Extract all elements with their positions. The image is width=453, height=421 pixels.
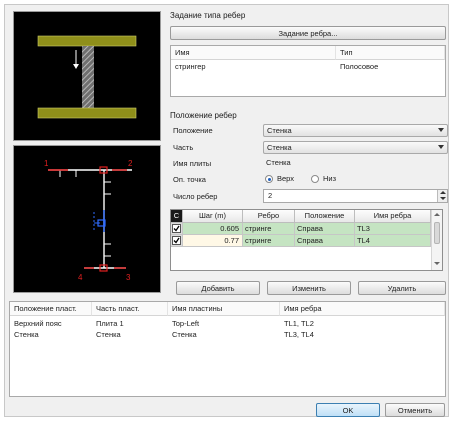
summary-col-ribs[interactable]: Имя ребра	[280, 302, 445, 316]
cancel-button[interactable]: Отменить	[385, 403, 445, 417]
arrow-down-icon	[73, 50, 79, 69]
top-flange	[37, 35, 137, 47]
summary-ribs-cell: TL3, TL4	[284, 330, 314, 339]
part-select[interactable]: Стенка	[263, 141, 448, 154]
position-select-value: Стенка	[267, 126, 292, 135]
summary-list: Положение пласт. Часть пласт. Имя пласти…	[9, 301, 446, 397]
row-checkbox[interactable]	[172, 236, 181, 245]
rib-type-type-cell: Полосовое	[340, 62, 379, 71]
list-item[interactable]: стрингер Полосовое	[171, 61, 445, 73]
section-drawing	[37, 35, 137, 119]
position-label: Положение	[173, 126, 213, 135]
summary-col-plate[interactable]: Имя пластины	[168, 302, 280, 316]
grid-col-rib[interactable]: Ребро	[243, 210, 295, 223]
rib-grid: С Шаг (m) Ребро Положение Имя ребра 0.60…	[170, 209, 443, 271]
add-button[interactable]: Добавить	[176, 281, 260, 295]
ref-point-bottom-label[interactable]: Низ	[319, 173, 336, 184]
summary-part-cell: Плита 1	[96, 319, 124, 328]
position-select[interactable]: Стенка	[263, 124, 448, 137]
rib-cell[interactable]: стринге	[243, 235, 295, 247]
ok-button[interactable]: OK	[316, 403, 380, 417]
part-select-value: Стенка	[267, 143, 292, 152]
summary-col-position[interactable]: Положение пласт.	[10, 302, 92, 316]
summary-ribs-cell: TL1, TL2	[284, 319, 314, 328]
grid-col-rib-name[interactable]: Имя ребра	[355, 210, 431, 223]
rib-position-group-title: Положение ребер	[170, 111, 237, 120]
bottom-flange	[37, 107, 137, 119]
web-hatched	[82, 46, 94, 108]
chevron-down-icon	[438, 128, 444, 132]
list-item[interactable]: Верхний пояс Плита 1 Top-Left TL1, TL2	[10, 318, 445, 329]
row-checkbox-cell	[171, 223, 183, 235]
position-cell[interactable]: Справа	[295, 235, 355, 247]
chevron-down-icon	[438, 145, 444, 149]
table-row[interactable]: 0.77 стринге Справа TL4	[171, 235, 431, 247]
rib-type-col-type[interactable]: Тип	[336, 46, 445, 60]
summary-position-cell: Стенка	[14, 330, 39, 339]
ref-point-top-radio[interactable]	[265, 175, 273, 183]
position-cell[interactable]: Справа	[295, 223, 355, 235]
rib-layout-drawing: 1 2 3 4	[44, 159, 133, 282]
scroll-up-icon[interactable]	[434, 213, 440, 216]
row-checkbox[interactable]	[172, 224, 181, 233]
plate-name-value: Стенка	[266, 158, 291, 167]
grid-scrollbar[interactable]	[431, 210, 442, 270]
summary-part-cell: Стенка	[96, 330, 121, 339]
section-preview-top	[13, 11, 161, 141]
rib-count-stepper[interactable]: 2	[263, 189, 448, 203]
summary-plate-cell: Стенка	[172, 330, 197, 339]
rib-name-cell[interactable]: TL4	[355, 235, 431, 247]
rib-definition-dialog: 1 2 3 4 Задание типа ребер Задание ребра…	[4, 4, 449, 417]
part-label: Часть	[173, 143, 194, 152]
rib-layout-preview: 1 2 3 4	[13, 145, 161, 293]
grid-corner-header[interactable]: С	[171, 210, 183, 223]
grid-col-step[interactable]: Шаг (m)	[183, 210, 243, 223]
rib-type-name-cell: стрингер	[175, 62, 206, 71]
ref-point-label: Оп. точка	[173, 175, 206, 184]
summary-plate-cell: Top-Left	[172, 319, 200, 328]
summary-col-part[interactable]: Часть пласт.	[92, 302, 168, 316]
delete-button[interactable]: Удалить	[358, 281, 446, 295]
rib-cell[interactable]: стринге	[243, 223, 295, 235]
rib-type-col-name[interactable]: Имя	[171, 46, 336, 60]
node-label-1: 1	[44, 159, 49, 168]
step-cell[interactable]: 0.77	[183, 235, 243, 247]
step-cell[interactable]: 0.605	[183, 223, 243, 235]
grid-col-position[interactable]: Положение	[295, 210, 355, 223]
rib-count-value: 2	[268, 191, 273, 200]
node-label-4: 4	[78, 273, 83, 282]
row-checkbox-cell	[171, 235, 183, 247]
node-label-3: 3	[126, 273, 131, 282]
table-row[interactable]: 0.605 стринге Справа TL3	[171, 223, 431, 235]
rib-type-group-title: Задание типа ребер	[170, 11, 246, 20]
rib-count-label: Число ребер	[173, 192, 218, 201]
summary-position-cell: Верхний пояс	[14, 319, 62, 328]
scroll-down-icon[interactable]	[434, 262, 440, 265]
rib-type-list: Имя Тип стрингер Полосовое	[170, 45, 446, 97]
define-rib-button[interactable]: Задание ребра...	[170, 26, 446, 40]
rib-name-cell[interactable]: TL3	[355, 223, 431, 235]
list-item[interactable]: Стенка Стенка Стенка TL3, TL4	[10, 329, 445, 340]
scroll-thumb[interactable]	[434, 222, 440, 244]
stepper-down-icon[interactable]	[437, 196, 447, 202]
edit-button[interactable]: Изменить	[267, 281, 351, 295]
ref-point-top-label[interactable]: Верх	[273, 173, 294, 184]
node-label-2: 2	[128, 159, 133, 168]
ref-point-bottom-radio[interactable]	[311, 175, 319, 183]
plate-name-label: Имя плиты	[173, 159, 212, 168]
